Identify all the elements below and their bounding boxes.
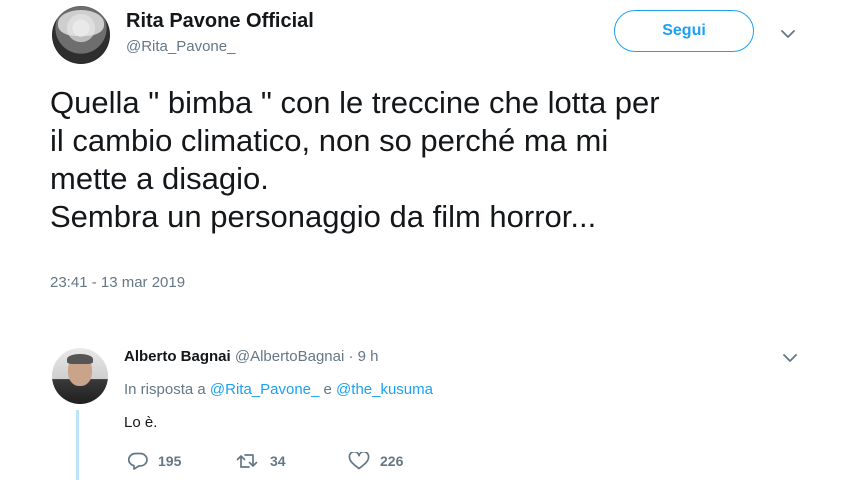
reply-header: Alberto Bagnai @AlbertoBagnai · 9 h [124,348,379,365]
heart-icon [348,452,370,470]
mention-joiner: e [323,381,332,398]
reply-action-bar: 195 34 226 [128,452,403,470]
reply-age[interactable]: 9 h [358,348,379,365]
retweet-icon [236,452,260,470]
reply-icon [128,452,148,470]
reply-separator: · [344,348,358,365]
in-reply-to: In risposta a @Rita_Pavone_ e @the_kusum… [124,381,433,398]
avatar-hair-shape [58,10,104,36]
reply-action[interactable]: 195 [128,452,236,470]
reply-author-name[interactable]: Alberto Bagnai [124,348,231,365]
like-action[interactable]: 226 [348,452,403,470]
author-avatar[interactable] [52,6,110,64]
chevron-down-icon[interactable] [782,350,798,366]
tweet-text: Quella " bimba " con le treccine che lot… [50,85,660,234]
mention-link[interactable]: @Rita_Pavone_ [210,381,319,398]
mention-link[interactable]: @the_kusuma [336,381,433,398]
in-reply-prefix: In risposta a [124,381,206,398]
follow-button[interactable]: Segui [614,10,754,52]
reply-author-handle[interactable]: @AlbertoBagnai [235,348,344,365]
retweet-action[interactable]: 34 [236,452,348,470]
reply-author-avatar[interactable] [52,348,108,404]
tweet-timestamp[interactable]: 23:41 - 13 mar 2019 [50,274,185,291]
chevron-down-icon[interactable] [780,26,796,42]
like-count: 226 [380,453,404,469]
thread-connector-line [76,410,79,480]
avatar-hair-shape [67,354,93,364]
author-handle[interactable]: @Rita_Pavone_ [126,38,235,55]
retweet-count: 34 [270,453,286,469]
author-display-name[interactable]: Rita Pavone Official [126,10,314,33]
reply-count: 195 [158,453,182,469]
reply-text: Lo è. [124,414,158,431]
